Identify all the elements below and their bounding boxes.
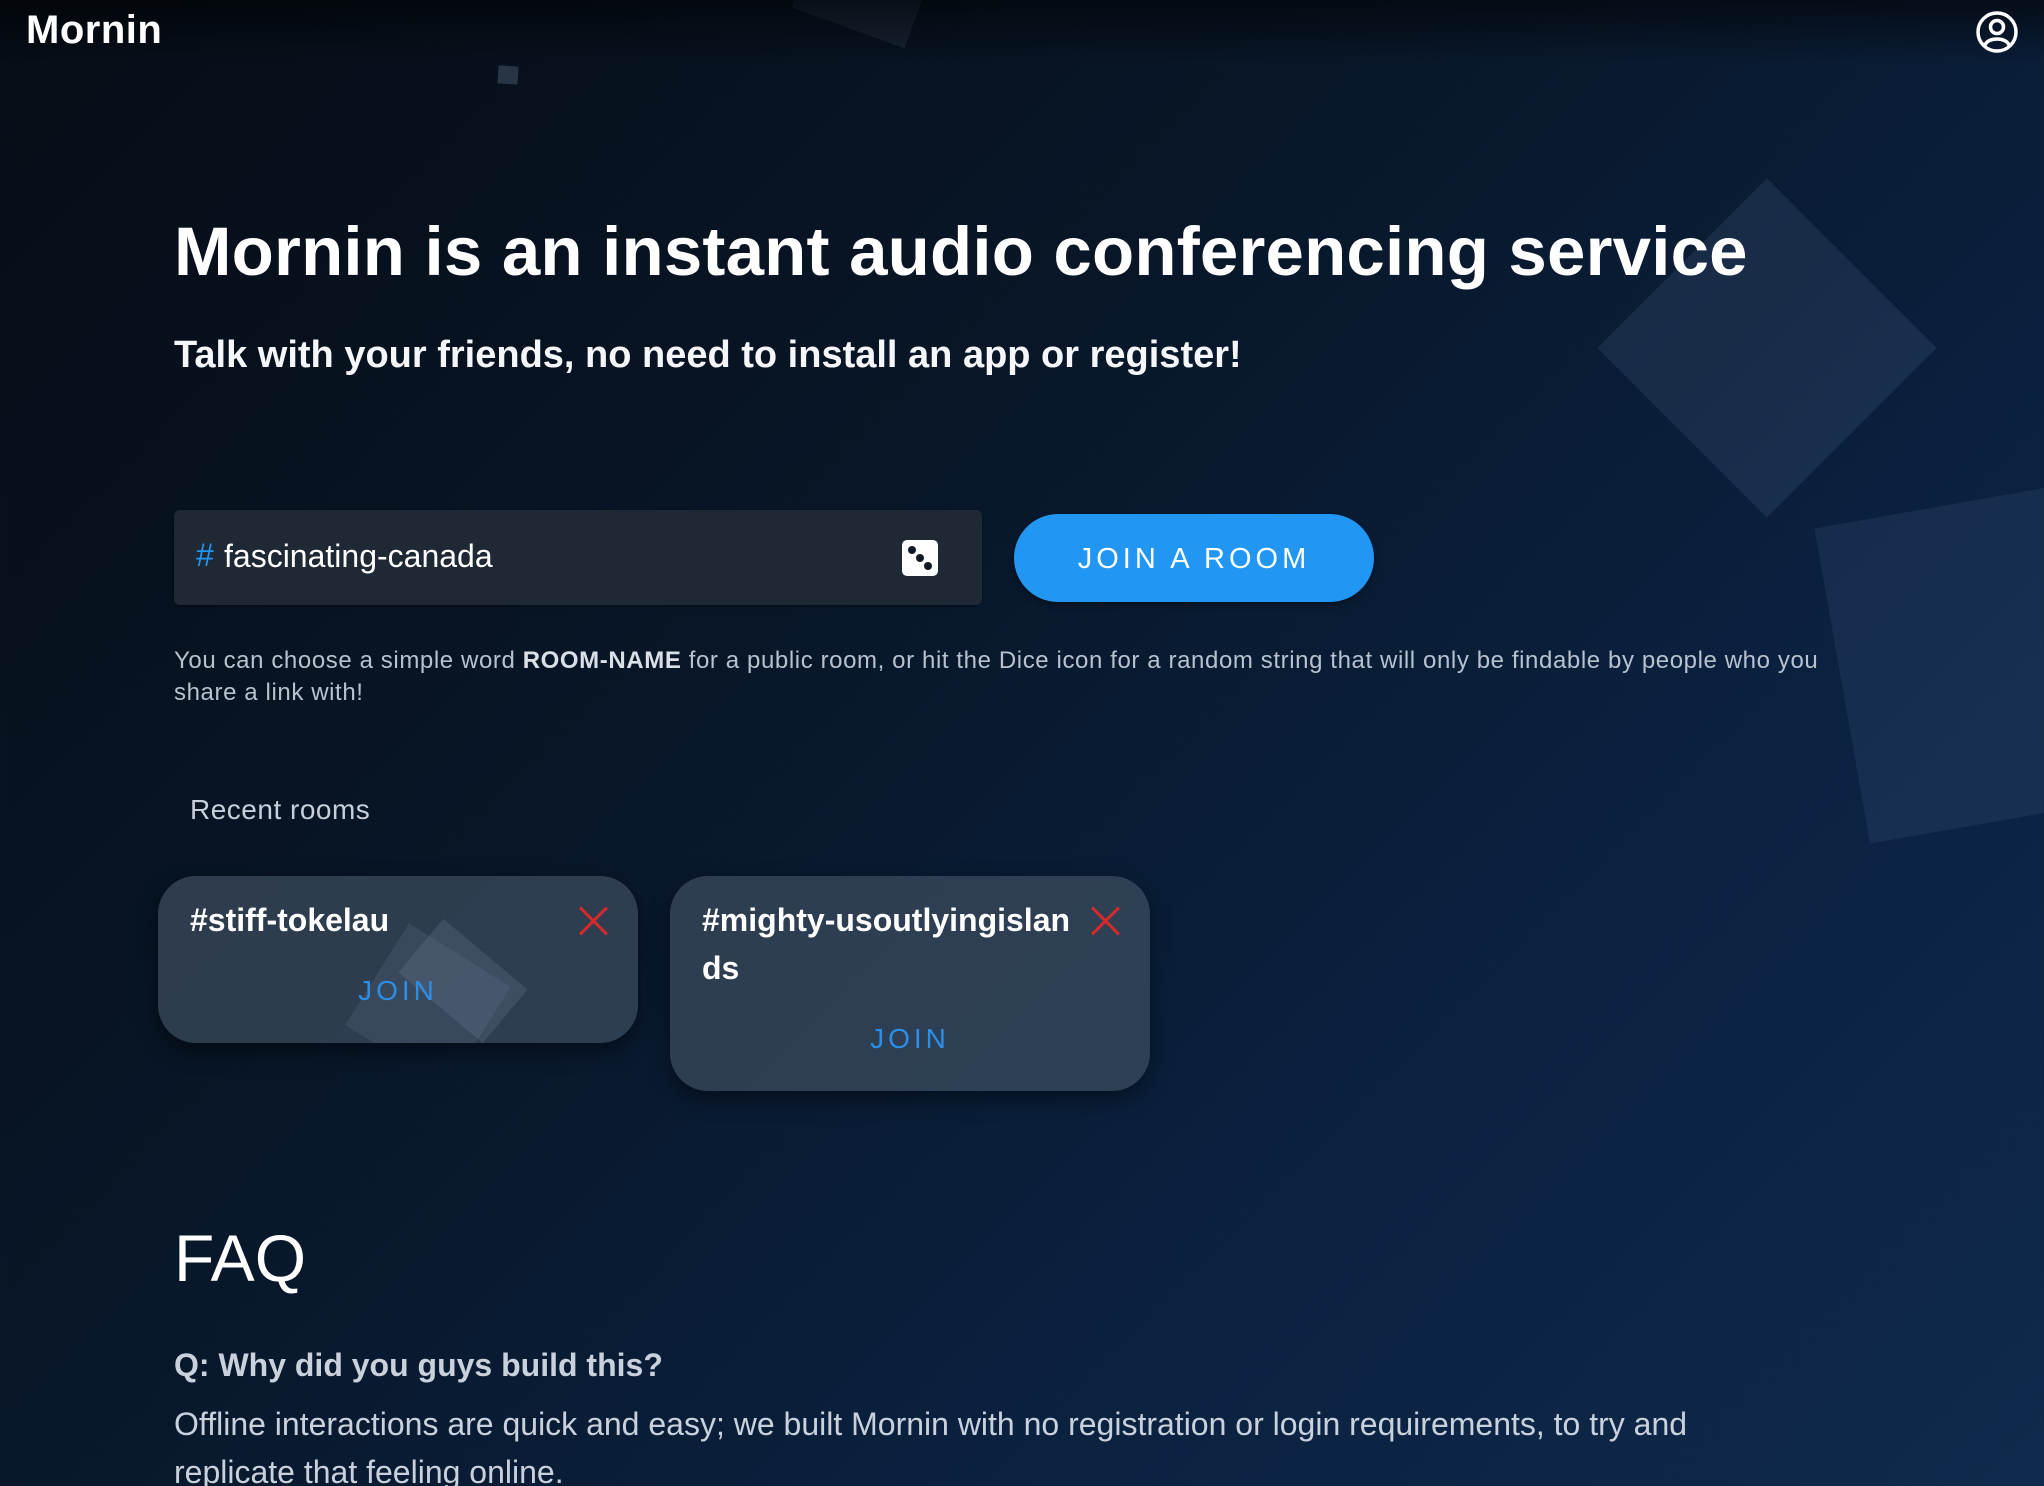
account-circle-icon (1976, 11, 2018, 53)
recent-room-name: #stiff-tokelau (190, 902, 390, 938)
top-bar: Mornin (0, 0, 2044, 64)
app-logo[interactable]: Mornin (26, 8, 162, 53)
room-name-input[interactable] (224, 530, 864, 582)
recent-room-join-button[interactable]: JOIN (670, 1023, 1150, 1055)
faq-heading: FAQ (174, 1221, 307, 1295)
dice-pip (916, 554, 924, 562)
dice-icon (908, 546, 916, 554)
dice-button[interactable] (902, 540, 938, 576)
recent-room-card: #mighty-usoutlyingislands JOIN (670, 876, 1150, 1091)
join-room-button[interactable]: JOIN A ROOM (1014, 514, 1374, 602)
hint-text: You can choose a simple word (174, 647, 523, 674)
background-shape (497, 65, 519, 85)
close-icon[interactable] (1088, 902, 1124, 938)
recent-room-name: #mighty-usoutlyingislands (702, 902, 1071, 986)
page-subtitle: Talk with your friends, no need to insta… (174, 334, 1242, 376)
recent-room-join-button[interactable]: JOIN (158, 975, 638, 1007)
room-name-hint: You can choose a simple word ROOM-NAME f… (174, 645, 1874, 709)
recent-room-card: #stiff-tokelau JOIN (158, 876, 638, 1043)
faq-question: Q: Why did you guys build this? (174, 1347, 663, 1383)
room-name-field[interactable]: # (174, 510, 982, 605)
dice-pip (924, 562, 932, 570)
hash-prefix: # (196, 537, 214, 573)
hint-keyword: ROOM-NAME (522, 647, 682, 674)
faq-answer: Offline interactions are quick and easy;… (174, 1406, 1688, 1486)
account-button[interactable] (1975, 10, 2019, 54)
recent-rooms-label: Recent rooms (190, 794, 371, 825)
close-icon[interactable] (576, 902, 612, 938)
page-title: Mornin is an instant audio conferencing … (174, 213, 1748, 290)
